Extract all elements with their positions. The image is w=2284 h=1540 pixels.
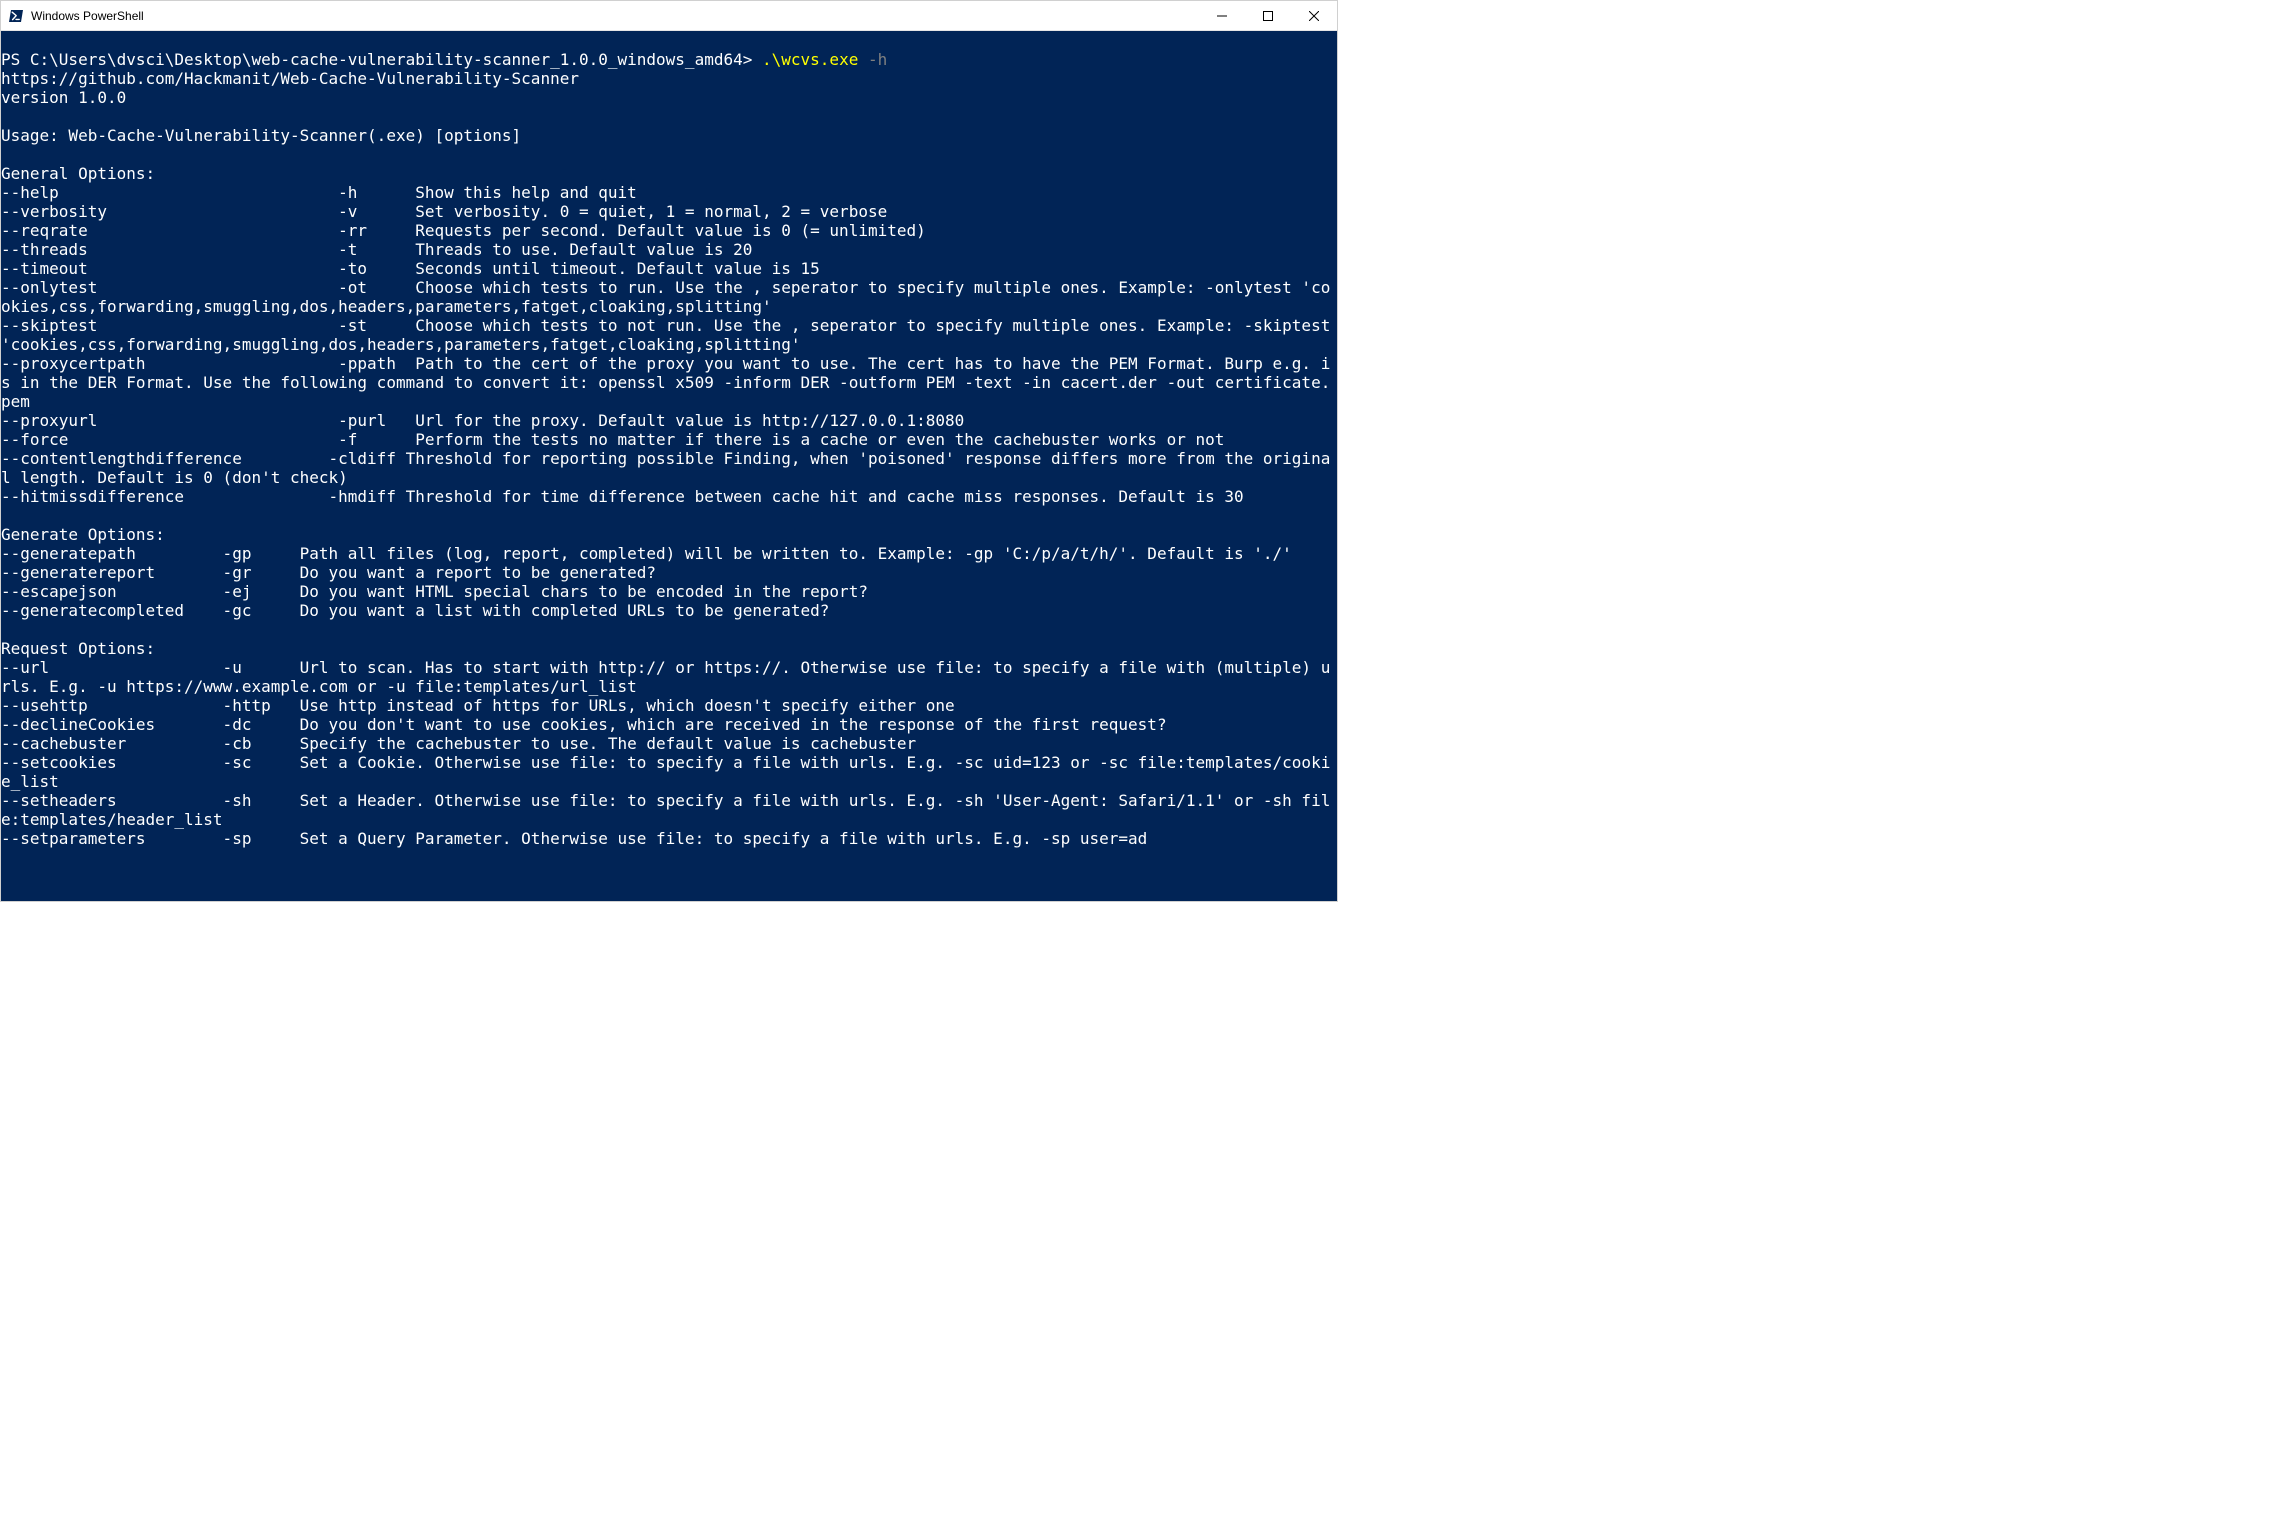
powershell-window: Windows PowerShell PS C:\Users\dvsci\Des… xyxy=(0,0,1338,902)
minimize-button[interactable] xyxy=(1199,1,1245,30)
terminal-output[interactable]: PS C:\Users\dvsci\Desktop\web-cache-vuln… xyxy=(1,31,1337,901)
command-text: .\wcvs.exe xyxy=(762,50,858,69)
window-controls xyxy=(1199,1,1337,30)
maximize-button[interactable] xyxy=(1245,1,1291,30)
help-output: https://github.com/Hackmanit/Web-Cache-V… xyxy=(1,69,1337,848)
powershell-icon xyxy=(9,8,25,24)
close-button[interactable] xyxy=(1291,1,1337,30)
ps-prompt: PS C:\Users\dvsci\Desktop\web-cache-vuln… xyxy=(1,50,762,69)
command-arg: -h xyxy=(858,50,887,69)
titlebar[interactable]: Windows PowerShell xyxy=(1,1,1337,31)
prompt-line: PS C:\Users\dvsci\Desktop\web-cache-vuln… xyxy=(1,50,887,69)
window-title: Windows PowerShell xyxy=(31,9,144,23)
